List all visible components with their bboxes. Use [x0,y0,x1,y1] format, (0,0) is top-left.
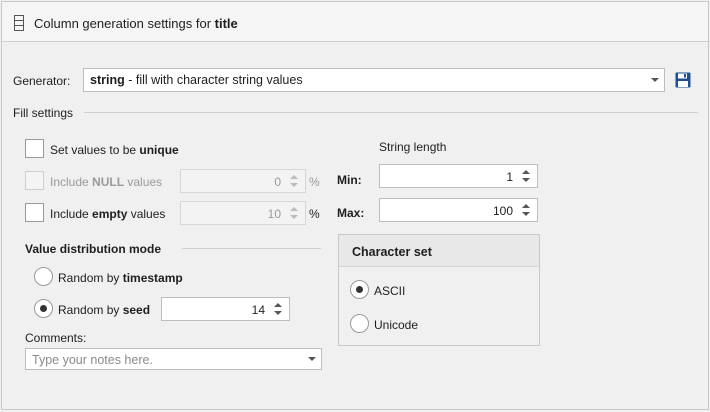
save-icon[interactable] [675,72,691,88]
spin-up-icon[interactable] [290,175,298,179]
character-set-group: Character set ASCII Unicode [338,234,540,346]
comments-label: Comments: [25,331,87,345]
generator-combo[interactable]: string - fill with character string valu… [83,68,665,92]
max-label: Max: [337,206,365,220]
spin-up-icon[interactable] [290,207,298,211]
string-length-title: String length [379,140,447,154]
chevron-down-icon [651,78,659,82]
unique-label: Set values to be unique [50,143,179,157]
empty-percent-spinner[interactable]: 10 [180,201,306,225]
max-length-value: 100 [492,204,513,218]
character-set-header: Character set [339,235,539,267]
null-percent-spinner[interactable]: 0 [180,169,306,193]
spin-down-icon[interactable] [522,178,530,182]
radio-selected-dot [40,305,47,312]
seed-spinner[interactable]: 14 [161,297,290,321]
spin-up-icon[interactable] [274,303,282,307]
spin-down-icon[interactable] [290,215,298,219]
generator-value: string - fill with character string valu… [90,73,303,87]
spin-down-icon[interactable] [290,183,298,187]
radio-ascii[interactable] [350,280,369,299]
unique-checkbox[interactable] [25,139,44,158]
ascii-label: ASCII [374,284,406,298]
distribution-title: Value distribution mode [25,242,162,256]
include-empty-checkbox[interactable] [25,203,44,222]
radio-seed[interactable] [34,299,53,318]
generator-label: Generator: [13,74,71,88]
timestamp-label: Random by timestamp [58,271,183,285]
fill-settings-label: Fill settings [13,106,74,120]
include-null-checkbox[interactable] [25,171,44,190]
spin-up-icon[interactable] [522,204,530,208]
column-icon [14,15,24,31]
fill-settings-divider [84,112,698,113]
panel-title: Column generation settings for title [34,16,238,31]
seed-value: 14 [251,303,265,317]
min-length-spinner[interactable]: 1 [379,164,538,188]
column-generation-panel: Column generation settings for title Gen… [1,1,709,410]
max-length-spinner[interactable]: 100 [379,198,538,222]
comments-input[interactable]: Type your notes here. [25,348,322,370]
include-empty-label: Include empty values [50,207,166,221]
radio-selected-dot [356,286,363,293]
chevron-down-icon [308,357,316,361]
null-percent-unit: % [309,175,320,189]
distribution-divider [182,248,321,249]
spin-down-icon[interactable] [274,311,282,315]
spin-up-icon[interactable] [522,170,530,174]
spin-down-icon[interactable] [522,212,530,216]
min-length-value: 1 [506,170,513,184]
comments-placeholder: Type your notes here. [32,353,153,367]
panel-header: Column generation settings for title [2,2,708,42]
radio-timestamp[interactable] [34,267,53,286]
seed-label: Random by seed [58,303,151,317]
empty-percent-value: 10 [267,207,281,221]
character-set-title: Character set [352,245,432,259]
unicode-label: Unicode [374,318,419,332]
empty-percent-unit: % [309,207,320,221]
include-null-label: Include NULL values [50,175,163,189]
null-percent-value: 0 [274,175,281,189]
radio-unicode[interactable] [350,314,369,333]
min-label: Min: [337,173,362,187]
